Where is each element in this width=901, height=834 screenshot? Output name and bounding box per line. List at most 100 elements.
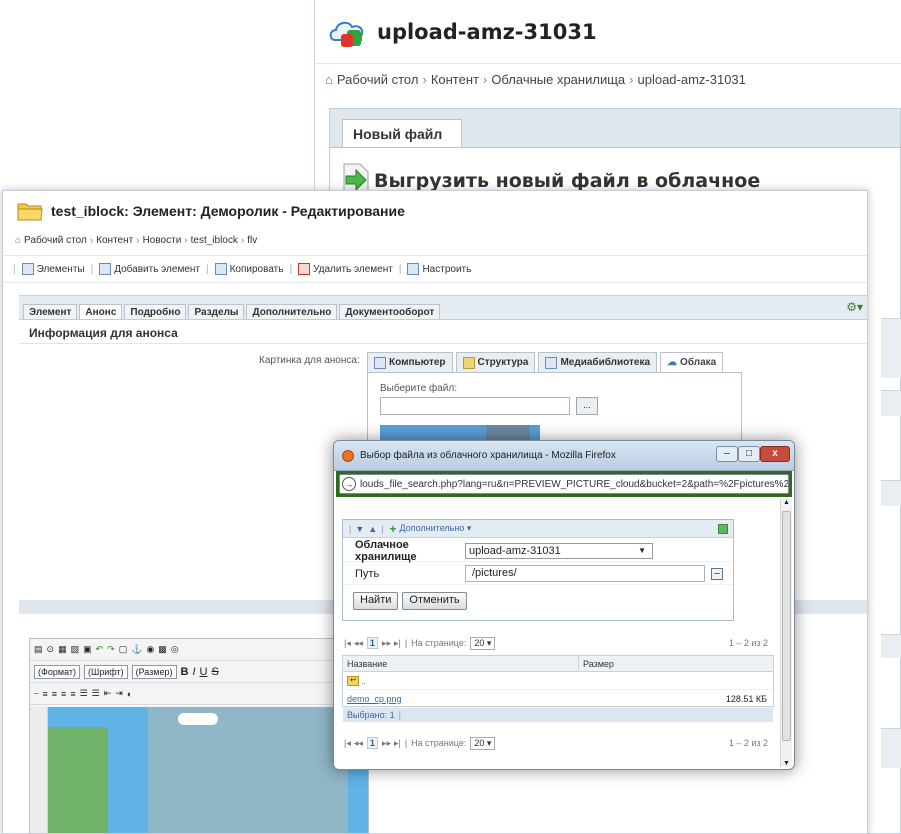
editor-tool-icon[interactable]: ▧ [71, 644, 80, 655]
tab-detail[interactable]: Подробно [124, 304, 187, 320]
last-page-icon[interactable]: ▸| [394, 638, 401, 649]
firefox-icon [342, 449, 354, 462]
selected-bar: Выбрано: 1 | [343, 708, 773, 722]
redo-icon[interactable]: ↷ [107, 644, 115, 655]
settings-button[interactable]: Настроить [407, 263, 471, 275]
go-icon[interactable]: → [342, 477, 356, 491]
list-icon[interactable]: ☰ [92, 688, 100, 699]
breadcrumb: ⌂ Рабочий стол › Контент › Облачные хран… [325, 71, 746, 87]
breadcrumb-item[interactable]: Контент [431, 72, 479, 87]
bold-button[interactable]: B [181, 666, 189, 678]
scroll-thumb[interactable] [782, 511, 791, 741]
font-select[interactable]: (Шрифт) [83, 664, 128, 679]
subtab-structure[interactable]: Структура [455, 352, 536, 372]
subtab-medialibrary[interactable]: Медиабиблиотека [538, 352, 658, 372]
align-center-icon[interactable]: ≡ [52, 689, 57, 699]
list-icon[interactable]: ☰ [80, 688, 88, 699]
cancel-button[interactable]: Отменить [402, 592, 467, 610]
remove-filter-icon[interactable]: – [711, 567, 723, 580]
table-row[interactable]: demo_cp.png 128.51 КБ [343, 690, 773, 708]
subtab-computer[interactable]: Компьютер [367, 352, 453, 372]
breadcrumb-item[interactable]: Рабочий стол [337, 72, 419, 87]
scrollbar[interactable]: ▲ ▼ [780, 499, 792, 767]
file-name-link[interactable]: demo_cp.png [343, 694, 579, 704]
path-input[interactable]: /pictures/ [465, 565, 705, 582]
editor-tool-icon[interactable]: ⊙ [47, 644, 55, 655]
url-field[interactable]: → louds_file_search.php?lang=ru&n=PREVIE… [339, 474, 789, 494]
prev-page-icon[interactable]: ◂◂ [354, 638, 363, 649]
per-page-select[interactable]: 20 ▾ [470, 736, 496, 750]
elements-button[interactable]: Элементы [21, 263, 85, 275]
add-element-button[interactable]: Добавить элемент [99, 263, 200, 275]
table-row-up[interactable]: ↩ .. [343, 672, 773, 690]
current-page[interactable]: 1 [366, 637, 378, 649]
tab-additional[interactable]: Дополнительно [246, 304, 338, 320]
next-page-icon[interactable]: ▸▸ [382, 738, 391, 749]
editor-tool-icon[interactable]: ◉ [146, 644, 154, 655]
per-page-select[interactable]: 20 ▾ [470, 636, 496, 650]
size-select[interactable]: (Размер) [131, 664, 177, 679]
copy-button[interactable]: Копировать [214, 263, 283, 275]
first-page-icon[interactable]: |◂ [344, 738, 351, 749]
collapse-up-icon[interactable]: ▲ [368, 524, 377, 534]
last-page-icon[interactable]: ▸| [394, 738, 401, 749]
filter-toggle-icon[interactable] [718, 524, 728, 534]
delete-element-button[interactable]: Удалить элемент [298, 263, 393, 275]
undo-icon[interactable]: ↶ [96, 644, 104, 655]
subtab-clouds[interactable]: ☁ Облака [660, 352, 724, 372]
breadcrumb-item[interactable]: upload-amz-31031 [637, 72, 745, 87]
filter-more-link[interactable]: Дополнительно ▾ [400, 523, 472, 534]
align-right-icon[interactable]: ≡ [61, 689, 66, 699]
editor-tool-icon[interactable]: ▩ [158, 644, 167, 655]
breadcrumb-item[interactable]: Новости [143, 235, 182, 246]
align-left-icon[interactable]: ≡ [43, 689, 48, 699]
breadcrumb-item[interactable]: flv [247, 235, 257, 246]
storage-select[interactable]: upload-amz-31031 ▼ [465, 542, 653, 559]
tab-element[interactable]: Элемент [23, 304, 78, 320]
close-button[interactable]: x [760, 446, 790, 462]
tab-workflow[interactable]: Документооборот [339, 304, 441, 320]
file-path-input[interactable] [380, 397, 570, 415]
outdent-icon[interactable]: ⇥ [115, 688, 123, 699]
collapse-down-icon[interactable]: ▼ [355, 524, 364, 534]
copy-icon [214, 263, 227, 275]
breadcrumb-item[interactable]: test_iblock [191, 235, 238, 246]
breadcrumb-item[interactable]: Контент [96, 235, 133, 246]
browse-button[interactable]: ... [576, 397, 598, 415]
align-justify-icon[interactable]: ≡ [70, 689, 75, 699]
minimize-button[interactable]: – [716, 446, 738, 462]
editor-tool-icon[interactable]: ▦ [58, 644, 67, 655]
tab-new-file[interactable]: Новый файл [342, 119, 462, 147]
maximize-button[interactable]: □ [738, 446, 760, 462]
file-size: 128.51 КБ [725, 693, 767, 704]
breadcrumb-item[interactable]: Рабочий стол [24, 235, 87, 246]
source-tabs: Компьютер Структура Медиабиблиотека ☁ Обл… [367, 352, 726, 372]
anchor-icon[interactable]: ⚓ [131, 644, 142, 655]
first-page-icon[interactable]: |◂ [344, 638, 351, 649]
editor-tool-icon[interactable]: ▣ [83, 644, 92, 655]
side-stripe [881, 634, 901, 658]
italic-button[interactable]: I [192, 666, 195, 678]
column-name[interactable]: Название [343, 656, 579, 671]
scroll-up-icon[interactable]: ▲ [783, 499, 790, 506]
find-button[interactable]: Найти [353, 592, 399, 610]
editor-tool-icon[interactable]: ◎ [171, 644, 179, 655]
color-icon[interactable]: ◐ [127, 689, 132, 699]
hr-icon[interactable]: ⎯ [34, 688, 39, 699]
tab-sections[interactable]: Разделы [188, 304, 245, 320]
next-page-icon[interactable]: ▸▸ [382, 638, 391, 649]
editor-tool-icon[interactable]: ▤ [34, 644, 43, 655]
current-page[interactable]: 1 [366, 737, 378, 749]
strike-button[interactable]: S [211, 666, 218, 678]
prev-page-icon[interactable]: ◂◂ [354, 738, 363, 749]
column-size[interactable]: Размер [579, 656, 618, 671]
underline-button[interactable]: U [200, 666, 208, 678]
format-select[interactable]: (Формат) [34, 664, 80, 679]
scroll-down-icon[interactable]: ▼ [783, 760, 790, 767]
dropdown-arrow-icon: ▼ [638, 546, 646, 555]
editor-tool-icon[interactable]: ▢ [119, 644, 128, 655]
breadcrumb-item[interactable]: Облачные хранилища [491, 72, 625, 87]
pager-bottom: |◂ ◂◂ 1 ▸▸ ▸| | На странице: 20 ▾ 1 – 2 … [344, 736, 768, 750]
settings-menu-icon[interactable]: ⚙▾ [846, 300, 863, 314]
indent-icon[interactable]: ⇤ [104, 688, 112, 699]
